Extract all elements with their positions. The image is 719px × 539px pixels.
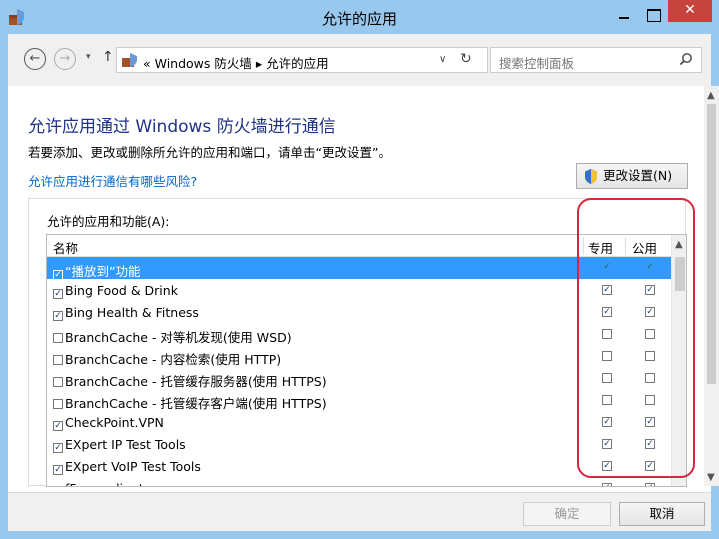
app-name-label: BranchCache - 内容检索(使用 HTTP) [65,352,282,367]
enabled-checkbox[interactable]: ✓ [53,421,63,431]
public-checkbox[interactable]: ✓ [645,483,655,486]
back-button[interactable]: ← [24,48,46,70]
highlight-annotation [577,198,695,478]
cancel-button[interactable]: 取消 [619,502,705,526]
address-dropdown-icon[interactable]: ∨ [439,54,446,65]
dialog-footer: 确定 取消 [8,492,711,531]
page-title: 允许应用通过 Windows 防火墙进行通信 [28,117,336,137]
search-icon[interactable] [679,52,693,66]
column-name[interactable]: 名称 [53,238,78,257]
address-bar[interactable]: « Windows 防火墙 ▸ 允许的应用 ∨ ↻ [116,47,488,73]
allowed-apps-label: 允许的应用和功能(A): [47,214,170,229]
app-name: BranchCache - 托管缓存客户端(使用 HTTPS) [53,393,327,412]
app-name: ✓f5-vpn-client [53,481,144,486]
search-input[interactable]: 搜索控制面板 [499,53,574,72]
app-name-label: BranchCache - 托管缓存服务器(使用 HTTPS) [65,374,327,389]
close-button[interactable]: ✕ [668,0,712,22]
risk-link[interactable]: 允许应用进行通信有哪些风险? [28,171,197,190]
app-name: ✓ Bing Health & Fitness [53,305,199,321]
app-name-label: EXpert IP Test Tools [65,437,186,452]
app-name-label: Bing Food & Drink [65,283,178,298]
app-name: BranchCache - 托管缓存服务器(使用 HTTPS) [53,371,327,390]
page-scrollbar[interactable]: ▲ ▼ [704,86,719,486]
ok-button[interactable]: 确定 [523,502,611,526]
change-settings-button[interactable]: 更改设置(N) [576,163,688,189]
private-checkbox[interactable]: ✓ [602,483,612,486]
main-content: 允许应用通过 Windows 防火墙进行通信 若要添加、更改或删除所允许的应用和… [0,86,719,539]
app-name-label: f5-vpn-client [65,481,144,486]
title-bar: 允许的应用 ✕ [0,0,719,34]
enabled-checkbox[interactable] [53,355,63,365]
app-name-label: “播放到”功能 [65,264,141,279]
recent-locations-dropdown[interactable]: ▾ [86,52,91,62]
enabled-checkbox[interactable]: ✓ [53,289,63,299]
app-name: ✓ EXpert IP Test Tools [53,437,186,453]
enabled-checkbox[interactable] [53,377,63,387]
maximize-button[interactable] [640,4,666,26]
app-name: BranchCache - 内容检索(使用 HTTP) [53,349,281,368]
navigation-bar: ← → ▾ ↑ « Windows 防火墙 ▸ 允许的应用 ∨ ↻ 搜索控制面板 [0,34,719,86]
scroll-down-icon[interactable]: ▼ [707,472,715,483]
app-name-label: EXpert VoIP Test Tools [65,459,201,474]
enabled-checkbox[interactable]: ✓ [53,311,63,321]
app-name-label: CheckPoint.VPN [65,415,164,430]
enabled-checkbox[interactable] [53,399,63,409]
up-button[interactable]: ↑ [102,49,114,65]
app-name: ✓ “播放到”功能 [53,261,140,280]
enabled-checkbox[interactable]: ✓ [53,443,63,453]
search-box[interactable]: 搜索控制面板 [490,47,702,73]
uac-shield-icon [585,169,597,184]
forward-button[interactable]: → [54,48,76,70]
app-name-label: BranchCache - 对等机发现(使用 WSD) [65,330,292,345]
enabled-checkbox[interactable] [53,333,63,343]
scroll-up-icon[interactable]: ▲ [707,90,715,101]
change-settings-label: 更改设置(N) [603,168,673,183]
app-name-label: BranchCache - 托管缓存客户端(使用 HTTPS) [65,396,327,411]
app-name: BranchCache - 对等机发现(使用 WSD) [53,327,292,346]
enabled-checkbox[interactable]: ✓ [53,465,63,475]
app-name: ✓ CheckPoint.VPN [53,415,164,431]
minimize-button[interactable] [611,4,637,26]
page-scrollbar-thumb[interactable] [707,104,716,384]
app-name: ✓ EXpert VoIP Test Tools [53,459,201,475]
page-description: 若要添加、更改或删除所允许的应用和端口，请单击“更改设置”。 [28,145,391,160]
app-name: ✓ Bing Food & Drink [53,283,178,299]
list-item[interactable]: ✓f5-vpn-client ✓ ✓ [47,477,671,486]
refresh-icon[interactable]: ↻ [460,51,472,67]
app-name-label: Bing Health & Fitness [65,305,199,320]
firewall-location-icon [122,53,137,67]
breadcrumb[interactable]: « Windows 防火墙 ▸ 允许的应用 [143,53,329,72]
